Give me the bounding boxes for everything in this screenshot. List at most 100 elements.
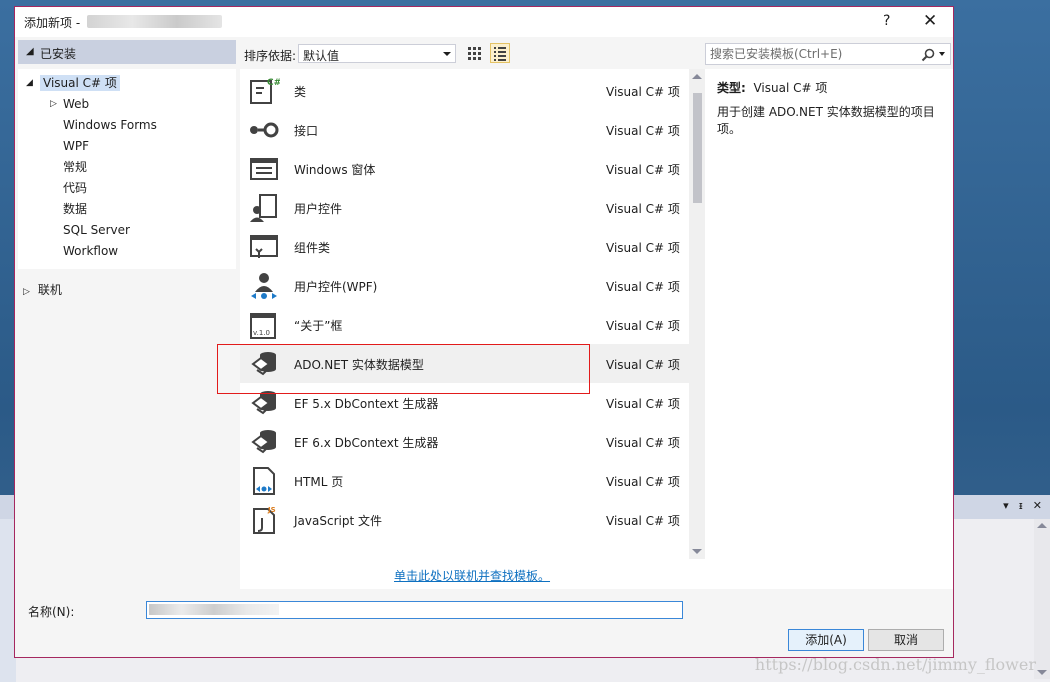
scrollbar-thumb[interactable] (693, 93, 702, 203)
template-name: Windows 窗体 (294, 163, 376, 177)
template-category: Visual C# 项 (606, 163, 680, 177)
close-button[interactable]: ✕ (923, 11, 937, 31)
collapsed-triangle-icon[interactable]: ▷ (50, 94, 57, 114)
collapsed-triangle-icon[interactable]: ▷ (23, 287, 30, 297)
tree-item-wpf[interactable]: WPF (63, 136, 89, 156)
svg-text:v.1.0: v.1.0 (253, 329, 270, 337)
chevron-down-icon[interactable] (443, 52, 451, 56)
template-name: JavaScript 文件 (294, 514, 382, 528)
template-row[interactable]: v.1.0 “关于”框 Visual C# 项 (240, 305, 690, 344)
template-row[interactable]: C# 类 Visual C# 项 (240, 71, 690, 110)
template-category: Visual C# 项 (606, 436, 680, 450)
add-button[interactable]: 添加(A) (788, 629, 864, 651)
tree-item-label: Windows Forms (63, 118, 157, 132)
template-row[interactable]: 接口 Visual C# 项 (240, 110, 690, 149)
tree-item-visual-csharp[interactable]: ◢ Visual C# 项 (26, 73, 120, 93)
template-row[interactable]: Windows 窗体 Visual C# 项 (240, 149, 690, 188)
template-category: Visual C# 项 (606, 358, 680, 372)
template-category: Visual C# 项 (606, 202, 680, 216)
interface-icon (250, 122, 279, 138)
scroll-down-arrow-icon[interactable] (1037, 670, 1047, 675)
template-name: 类 (294, 85, 307, 99)
name-label: 名称(N): (28, 605, 75, 619)
grid-view-icon (468, 47, 481, 60)
tree-item-general[interactable]: 常规 (63, 157, 87, 177)
close-icon[interactable]: ✕ (1033, 499, 1042, 512)
template-row[interactable]: JS JavaScript 文件 Visual C# 项 (240, 500, 690, 539)
scroll-down-arrow-icon[interactable] (692, 549, 702, 554)
template-search-box[interactable] (705, 43, 951, 65)
template-name: EF 5.x DbContext 生成器 (294, 397, 439, 411)
details-panel: 类型: Visual C# 项 用于创建 ADO.NET 实体数据模型的项目项。 (705, 69, 953, 589)
tree-item-data[interactable]: 数据 (63, 199, 87, 219)
scroll-up-arrow-icon[interactable] (1037, 523, 1047, 528)
template-category: Visual C# 项 (606, 280, 680, 294)
sort-dropdown-value: 默认值 (303, 49, 340, 63)
tree-item-label: Web (63, 97, 90, 111)
tree-item-sql-server[interactable]: SQL Server (63, 220, 130, 240)
wpf-user-control-icon (251, 273, 277, 299)
template-row[interactable]: 用户控件(WPF) Visual C# 项 (240, 266, 690, 305)
template-category-panel: ◢ 已安装 ◢ Visual C# 项 ▷ Web Windows Forms … (15, 37, 237, 590)
tree-item-label: Visual C# 项 (40, 75, 120, 91)
expanded-triangle-icon[interactable]: ◢ (26, 46, 34, 57)
template-name: EF 6.x DbContext 生成器 (294, 436, 439, 450)
blurred-project-name (87, 15, 222, 28)
name-input[interactable] (149, 602, 683, 620)
template-category: Visual C# 项 (606, 124, 680, 138)
javascript-file-icon: JS (253, 506, 276, 534)
template-category: Visual C# 项 (606, 514, 680, 528)
cancel-button[interactable]: 取消 (868, 629, 944, 651)
list-view-button[interactable] (490, 43, 510, 63)
template-category: Visual C# 项 (606, 319, 680, 333)
add-new-item-dialog: 添加新项 - ? ✕ ◢ 已安装 ◢ Visual C# 项 ▷ Web Win… (14, 6, 954, 658)
template-name: “关于”框 (294, 319, 343, 333)
template-category: Visual C# 项 (606, 475, 680, 489)
tree-item-label: SQL Server (63, 223, 130, 237)
chevron-down-icon[interactable] (939, 52, 945, 56)
tree-item-code[interactable]: 代码 (63, 178, 87, 198)
template-category: Visual C# 项 (606, 85, 680, 99)
tree-item-label: Workflow (63, 244, 119, 258)
svg-text:C#: C# (267, 78, 280, 88)
installed-header[interactable]: ◢ 已安装 (18, 40, 236, 64)
expanded-triangle-icon[interactable]: ◢ (26, 73, 33, 93)
ide-scrollbar[interactable] (1034, 519, 1050, 679)
dialog-title: 添加新项 - (24, 16, 81, 30)
template-row[interactable]: HTML 页 Visual C# 项 (240, 461, 690, 500)
template-list-scrollbar[interactable] (689, 69, 706, 559)
template-category: Visual C# 项 (606, 241, 680, 255)
tree-item-online[interactable]: ▷ 联机 (23, 281, 62, 298)
scroll-up-arrow-icon[interactable] (692, 74, 702, 79)
tree-item-web[interactable]: ▷ Web (50, 94, 89, 114)
grid-view-button[interactable] (464, 43, 484, 63)
template-category: Visual C# 项 (606, 397, 680, 411)
template-row[interactable]: 用户控件 Visual C# 项 (240, 188, 690, 227)
windows-form-icon (250, 158, 278, 180)
list-view-icon (494, 47, 506, 61)
online-link-area: 单击此处以联机并查找模板。 (240, 559, 706, 589)
name-field[interactable] (146, 601, 683, 620)
pin-icon[interactable]: ᵻ (1019, 499, 1023, 512)
tree-item-windows-forms[interactable]: Windows Forms (63, 115, 157, 135)
search-icon[interactable] (920, 47, 936, 63)
tree-item-workflow[interactable]: Workflow (63, 241, 118, 261)
html-page-icon (253, 467, 275, 495)
template-name: 组件类 (294, 241, 331, 255)
template-name: 用户控件(WPF) (294, 280, 378, 294)
user-control-icon (250, 194, 277, 222)
help-button[interactable]: ? (883, 13, 890, 29)
tree-item-label: WPF (63, 139, 90, 153)
template-name: HTML 页 (294, 475, 344, 489)
dropdown-icon[interactable]: ▾ (1003, 499, 1009, 512)
template-row[interactable]: EF 6.x DbContext 生成器 Visual C# 项 (240, 422, 690, 461)
template-name: 用户控件 (294, 202, 343, 216)
entity-model-icon (251, 430, 276, 454)
type-value: Visual C# 项 (753, 81, 828, 95)
selection-highlight-box (217, 344, 590, 394)
template-row[interactable]: 组件类 Visual C# 项 (240, 227, 690, 266)
search-input[interactable] (708, 45, 916, 63)
find-templates-online-link[interactable]: 单击此处以联机并查找模板。 (394, 567, 550, 584)
tree-item-label: 数据 (63, 202, 88, 216)
sort-dropdown[interactable]: 默认值 (298, 44, 456, 63)
